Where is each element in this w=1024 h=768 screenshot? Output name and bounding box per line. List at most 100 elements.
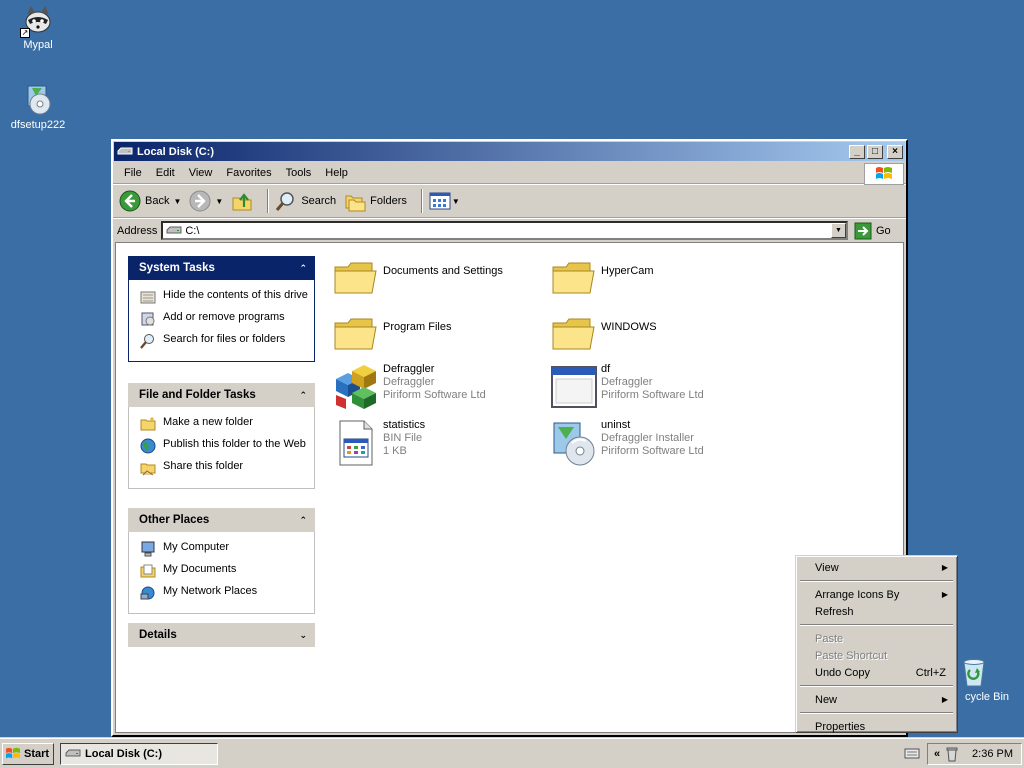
back-dropdown-icon[interactable]: ▼ <box>173 197 181 206</box>
forward-button[interactable]: ▼ <box>189 190 223 212</box>
desktop-icon-dfsetup[interactable]: dfsetup222 <box>0 84 76 131</box>
ctx-view[interactable]: View ▶ <box>799 559 954 576</box>
maximize-button[interactable]: □ <box>867 144 883 159</box>
menu-help[interactable]: Help <box>318 165 355 181</box>
address-label: Address <box>117 224 158 237</box>
task-share-folder[interactable]: Share this folder <box>140 460 308 476</box>
details-header[interactable]: Details ⌄ <box>128 623 315 647</box>
task-search-files[interactable]: Search for files or folders <box>140 333 308 349</box>
search-button[interactable]: Search <box>275 190 336 212</box>
desktop-icon-label: Mypal <box>23 39 53 51</box>
panel-title: File and Folder Tasks <box>139 389 256 401</box>
tray-expand-button[interactable]: « <box>934 748 940 760</box>
ctx-new[interactable]: New ▶ <box>799 691 954 708</box>
task-hide-contents[interactable]: Hide the contents of this drive <box>140 289 308 305</box>
share-folder-icon <box>140 463 156 476</box>
hide-drive-icon <box>140 291 156 304</box>
desktop-icon-label: dfsetup222 <box>10 119 66 131</box>
file-size: 1 KB <box>383 445 407 457</box>
drive-icon <box>166 226 182 233</box>
go-button[interactable]: Go <box>854 222 902 240</box>
place-my-computer[interactable]: My Computer <box>140 541 308 557</box>
up-button[interactable] <box>231 190 253 212</box>
address-input[interactable]: C:\ ▼ <box>161 221 848 240</box>
address-dropdown-icon[interactable]: ▼ <box>831 223 846 238</box>
keyboard-icon[interactable] <box>904 746 920 760</box>
folders-button[interactable]: Folders <box>344 190 407 212</box>
expand-chevron-icon[interactable]: ⌄ <box>299 630 307 641</box>
ctx-refresh[interactable]: Refresh <box>799 603 954 620</box>
folder-icon <box>334 262 377 294</box>
file-item[interactable]: df Defraggler Piriform Software Ltd <box>550 363 750 411</box>
ctx-paste: Paste <box>815 632 844 645</box>
file-item[interactable]: Documents and Settings <box>332 253 532 301</box>
globe-icon <box>140 438 156 454</box>
task-add-remove-programs[interactable]: Add or remove programs <box>140 311 308 327</box>
installer-icon <box>553 422 595 466</box>
menu-view[interactable]: View <box>182 165 220 181</box>
menu-file[interactable]: File <box>117 165 149 181</box>
file-item[interactable]: statistics BIN File 1 KB <box>332 419 532 467</box>
file-name: Defraggler <box>383 363 435 375</box>
menu-separator <box>800 712 953 714</box>
content-area[interactable]: System Tasks ⌃ Hide the contents of this… <box>115 242 904 733</box>
file-folder-tasks-header[interactable]: File and Folder Tasks ⌃ <box>128 383 315 407</box>
menu-separator <box>800 685 953 687</box>
close-button[interactable]: × <box>887 144 903 159</box>
ctx-arrange-icons[interactable]: Arrange Icons By ▶ <box>799 586 954 603</box>
folder-icon <box>552 262 595 294</box>
search-label: Search <box>301 195 337 207</box>
file-name: df <box>601 363 611 375</box>
drive-icon <box>65 749 81 756</box>
place-my-documents[interactable]: My Documents <box>140 563 308 579</box>
back-button[interactable]: Back ▼ <box>119 190 181 212</box>
menu-separator <box>800 624 953 626</box>
task-new-folder[interactable]: Make a new folder <box>140 416 308 432</box>
menu-bar: File Edit View Favorites Tools Help <box>113 162 906 185</box>
collapse-chevron-icon[interactable]: ⌃ <box>299 515 307 526</box>
folders-label: Folders <box>370 195 407 207</box>
collapse-chevron-icon[interactable]: ⌃ <box>299 390 307 401</box>
file-type: BIN File <box>383 432 423 444</box>
desktop-icon-label: cycle Bin <box>964 691 1010 703</box>
panel-body: My Computer My Documents My Network Plac… <box>128 532 315 614</box>
back-arrow-icon <box>119 190 141 212</box>
go-label: Go <box>876 224 891 237</box>
desktop-icon-mypal[interactable]: ↗ Mypal <box>0 4 76 51</box>
menu-favorites[interactable]: Favorites <box>219 165 278 181</box>
other-places-header[interactable]: Other Places ⌃ <box>128 508 315 532</box>
search-icon <box>140 334 154 349</box>
windows-logo-icon <box>864 163 904 185</box>
ctx-undo-copy[interactable]: Undo Copy Ctrl+Z <box>799 664 954 681</box>
views-dropdown-icon[interactable]: ▼ <box>452 197 460 206</box>
shortcut-text: Ctrl+Z <box>915 666 946 679</box>
forward-dropdown-icon[interactable]: ▼ <box>215 197 223 206</box>
place-my-network[interactable]: My Network Places <box>140 585 308 601</box>
file-company: Piriform Software Ltd <box>601 389 704 401</box>
start-button[interactable]: Start <box>2 742 54 765</box>
minimize-button[interactable]: _ <box>849 144 865 159</box>
collapse-chevron-icon[interactable]: ⌃ <box>299 263 307 274</box>
explorer-window[interactable]: Local Disk (C:) _ □ × File Edit View Fav… <box>111 139 908 737</box>
ctx-properties[interactable]: Properties <box>799 718 954 735</box>
file-item[interactable]: Defraggler Defraggler Piriform Software … <box>332 363 532 411</box>
file-item[interactable]: uninst Defraggler Installer Piriform Sof… <box>550 419 750 467</box>
file-item[interactable]: Program Files <box>332 309 532 357</box>
menu-tools[interactable]: Tools <box>279 165 319 181</box>
task-publish-web[interactable]: Publish this folder to the Web <box>140 438 308 454</box>
title-bar[interactable]: Local Disk (C:) _ □ × <box>114 142 905 161</box>
system-tasks-header[interactable]: System Tasks ⌃ <box>128 256 315 280</box>
taskbar-button-local-disk[interactable]: Local Disk (C:) <box>60 742 218 765</box>
file-name: HyperCam <box>601 265 654 277</box>
submenu-arrow-icon: ▶ <box>941 563 948 572</box>
file-item[interactable]: HyperCam <box>550 253 750 301</box>
file-item[interactable]: WINDOWS <box>550 309 750 357</box>
file-company: Piriform Software Ltd <box>383 389 486 401</box>
submenu-arrow-icon: ▶ <box>941 590 948 599</box>
menu-edit[interactable]: Edit <box>149 165 182 181</box>
clock[interactable]: 2:36 PM <box>972 748 1013 760</box>
documents-icon <box>140 564 156 578</box>
file-name: Program Files <box>383 321 452 333</box>
views-button[interactable]: ▼ <box>429 191 460 211</box>
trash-tray-icon[interactable] <box>946 746 958 762</box>
